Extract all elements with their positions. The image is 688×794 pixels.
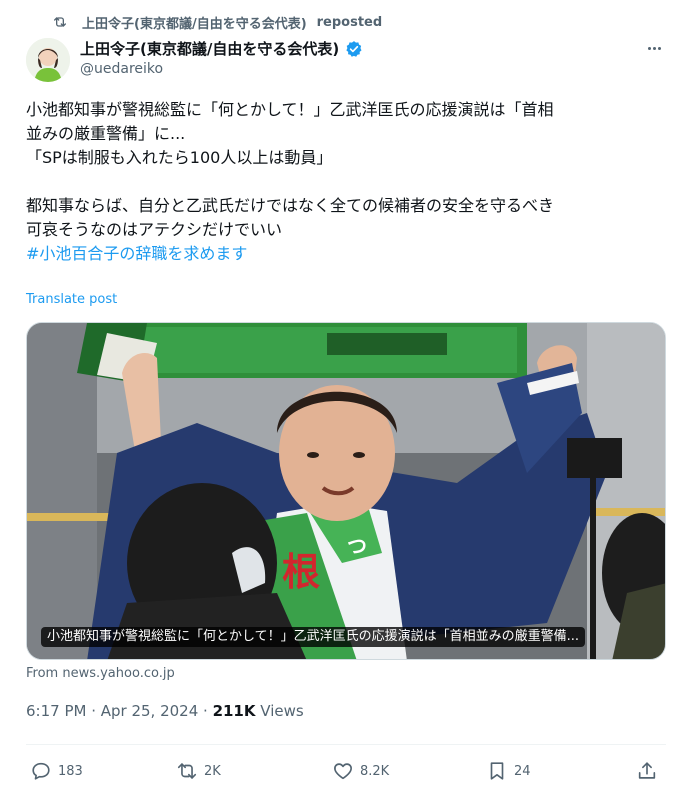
- post-line: 可哀そうなのはアテクシだけでいい: [26, 220, 283, 239]
- post-line: 都知事ならば、自分と乙武氏だけではなく全ての候補者の安全を守るべき: [26, 196, 555, 215]
- bookmark-button[interactable]: 24: [486, 760, 531, 782]
- author-handle[interactable]: @uedareiko: [80, 61, 163, 77]
- post-line: 「SPは制服も入れたら100人以上は動員」: [26, 148, 333, 167]
- post-line: 小池都知事が警視総監に「何とかして！」乙武洋匡氏の応援演説は「首相: [26, 100, 554, 119]
- action-bar: 183 2K 8.2K 24: [26, 752, 666, 790]
- retweet-icon: [177, 763, 197, 779]
- svg-text:つ: つ: [347, 534, 367, 558]
- divider: [26, 744, 666, 745]
- repost-icon: [54, 17, 66, 27]
- views-count[interactable]: 211K: [213, 702, 256, 720]
- views-label: Views: [255, 702, 304, 720]
- like-icon: [334, 763, 352, 780]
- reposter-name[interactable]: 上田令子(東京都議/自由を守る会代表): [82, 13, 307, 32]
- news-photo: 根 つ: [27, 323, 665, 659]
- post-meta: 6:17 PM · Apr 25, 2024 · 211K Views: [26, 702, 304, 720]
- verified-badge-icon[interactable]: [345, 40, 363, 58]
- card-source-link[interactable]: From news.yahoo.co.jp: [26, 666, 175, 681]
- like-button[interactable]: 8.2K: [332, 760, 389, 782]
- translate-post-link[interactable]: Translate post: [26, 292, 117, 307]
- reply-icon: [32, 762, 50, 780]
- post-line-blank: [26, 170, 666, 194]
- repost-button[interactable]: 2K: [176, 760, 221, 782]
- avatar-image: [26, 38, 70, 82]
- post-line: 並みの厳重警備」に...: [26, 124, 186, 143]
- share-button[interactable]: [636, 760, 658, 782]
- repost-header: 上田令子(東京都議/自由を守る会代表) reposted: [52, 12, 382, 32]
- card-caption: 小池都知事が警視総監に「何とかして！」乙武洋匡氏の応援演説は「首相並みの厳重警備…: [41, 627, 586, 647]
- svg-text:根: 根: [282, 550, 320, 594]
- post-text: 小池都知事が警視総監に「何とかして！」乙武洋匡氏の応援演説は「首相 並みの厳重警…: [26, 98, 666, 266]
- reply-count: 183: [58, 763, 83, 779]
- hashtag-link[interactable]: #小池百合子の辞職を求めます: [26, 244, 247, 263]
- repost-count: 2K: [204, 763, 221, 779]
- share-icon: [638, 762, 656, 779]
- like-count: 8.2K: [360, 763, 390, 779]
- link-card[interactable]: 根 つ 小池都知事が警視総監に「何とかして！」乙武洋匡氏の応援演説は「首相並みの…: [26, 322, 666, 660]
- bookmark-icon: [490, 762, 504, 780]
- avatar[interactable]: [26, 38, 70, 82]
- reply-button[interactable]: 183: [30, 760, 83, 782]
- more-icon[interactable]: [644, 40, 664, 56]
- bookmark-count: 24: [514, 763, 531, 779]
- post-timestamp[interactable]: 6:17 PM · Apr 25, 2024 ·: [26, 702, 213, 720]
- author-name-row: 上田令子(東京都議/自由を守る会代表): [80, 38, 363, 59]
- reposted-label: reposted: [316, 14, 383, 30]
- author-name[interactable]: 上田令子(東京都議/自由を守る会代表): [80, 38, 339, 59]
